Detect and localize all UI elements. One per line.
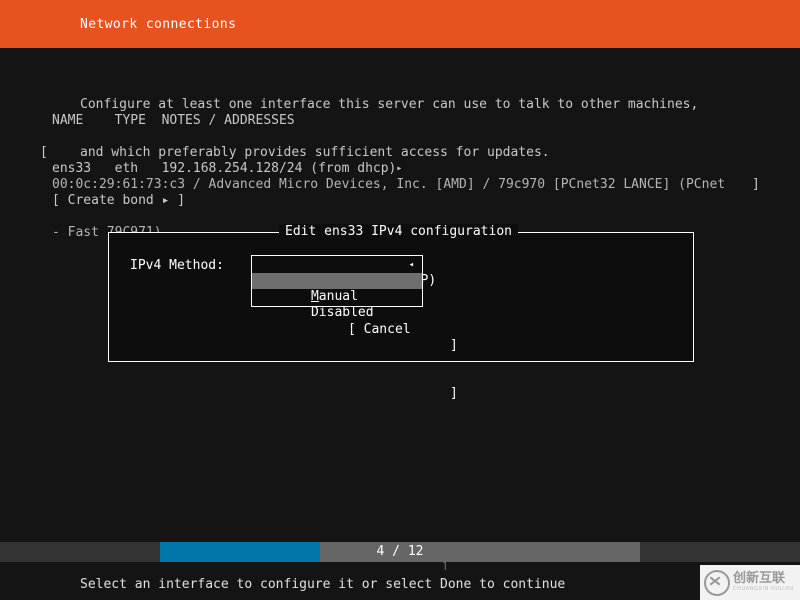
ipv4-method-label: IPv4 Method:: [130, 258, 224, 273]
ghost-bracket-save: ]: [450, 338, 458, 353]
interface-detail-line-1: 00:0c:29:61:73:c3 / Advanced Micro Devic…: [52, 177, 726, 192]
obscured-button-brackets: ] ]: [450, 306, 497, 434]
title-bar: Network connections: [0, 0, 800, 48]
watermark-text: 创新互联 CHUANGXIN HULIAN: [733, 572, 794, 593]
row-bracket-open: [: [40, 145, 48, 160]
installer-screen: Network connections Configure at least o…: [0, 0, 800, 600]
dropdown-option-disabled[interactable]: Disabled: [252, 289, 422, 320]
collapse-arrow-icon[interactable]: ◂: [409, 257, 414, 273]
cancel-button[interactable]: [ Cancel: [348, 322, 411, 338]
dialog-title: Edit ens33 IPv4 configuration: [279, 224, 518, 240]
page-title: Network connections: [80, 17, 237, 32]
progress-track: 4 / 12: [160, 542, 640, 562]
ipv4-method-dropdown[interactable]: Automatic (DHCP) ◂ Manual Disabled: [251, 255, 436, 320]
watermark-pinyin: CHUANGXIN HULIAN: [733, 586, 794, 592]
create-bond-button[interactable]: [ Create bond ▸ ]: [52, 193, 185, 209]
dropdown-option-label: Disabled: [310, 305, 374, 320]
progress-bar: 4 / 12: [0, 542, 800, 562]
ghost-bracket-cancel: ]: [450, 386, 458, 401]
progress-label: 4 / 12: [376, 544, 424, 559]
watermark-logo-icon: [704, 569, 730, 596]
status-bar: Select an interface to configure it or s…: [0, 570, 800, 600]
status-message: Select an interface to configure it or s…: [80, 577, 566, 592]
intro-line-1: Configure at least one interface this se…: [80, 97, 699, 112]
watermark-chinese: 创新互联: [733, 571, 786, 586]
dropdown-option-manual[interactable]: Manual: [252, 273, 422, 304]
watermark: 创新互联 CHUANGXIN HULIAN: [700, 565, 800, 600]
table-header-row: NAME TYPE NOTES / ADDRESSES: [52, 113, 295, 128]
dropdown-option-automatic-dhcp[interactable]: Automatic (DHCP) ◂: [252, 257, 436, 288]
